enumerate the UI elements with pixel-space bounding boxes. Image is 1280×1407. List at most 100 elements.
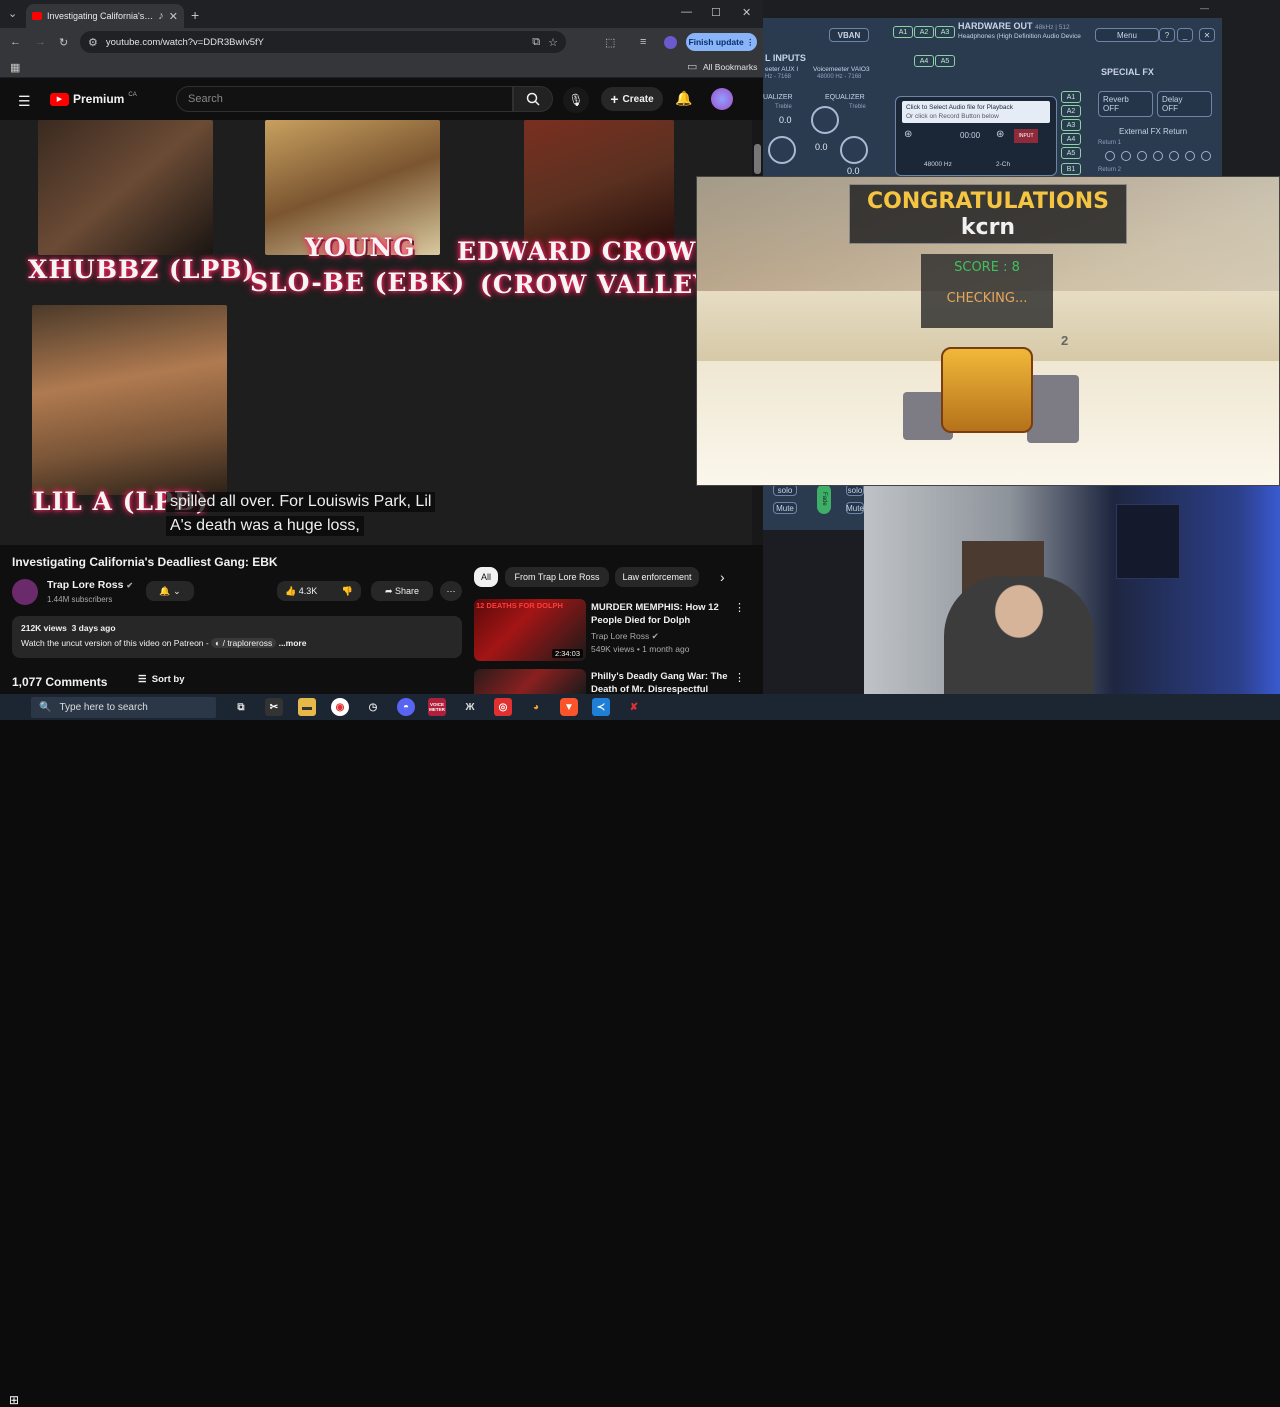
description-box[interactable]: 212K views 3 days ago Watch the uncut ve… — [12, 616, 462, 658]
patreon-link[interactable]: ◐ / traploreross — [211, 638, 277, 648]
reverb-button[interactable]: Reverb OFF — [1098, 91, 1153, 117]
tab-close-icon[interactable]: ✕ — [169, 10, 178, 23]
player-bus-a1[interactable]: A1 — [1061, 91, 1081, 103]
channel-name[interactable]: Trap Lore Ross ✔ — [47, 579, 133, 591]
app-record-icon[interactable]: ◎ — [494, 698, 512, 716]
player-bus-a5[interactable]: A5 — [1061, 147, 1081, 159]
youtube-search-button[interactable] — [513, 86, 553, 112]
rec-more-icon-1[interactable]: ⋮ — [734, 601, 745, 614]
fader-knob[interactable]: Fade — [817, 484, 831, 514]
player-settings-icon[interactable]: ⊛ — [996, 129, 1004, 140]
create-button[interactable]: + Create — [601, 87, 663, 111]
eq-knob[interactable] — [840, 136, 868, 164]
rec-title-1[interactable]: MURDER MEMPHIS: How 12 People Died for D… — [591, 601, 731, 627]
share-button[interactable]: ➦ Share — [371, 581, 433, 601]
app-tool-icon[interactable]: ◷ — [364, 698, 382, 716]
vm-close-button[interactable]: ✕ — [1199, 28, 1215, 42]
bookmark-star-icon[interactable]: ☆ — [548, 36, 558, 49]
filter-pill-channel[interactable]: From Trap Lore Ross — [505, 567, 609, 587]
vm-minimize-button[interactable]: _ — [1177, 28, 1193, 42]
bus-a1[interactable]: A1 — [893, 26, 913, 38]
filter-pill-law[interactable]: Law enforcement — [615, 567, 699, 587]
discord-icon[interactable]: ◓ — [397, 698, 415, 716]
vscode-icon[interactable]: ≺ — [592, 698, 610, 716]
taskbar-search-input[interactable]: 🔍 Type here to search — [31, 697, 216, 718]
like-button[interactable]: 👍 4.3K — [285, 586, 317, 597]
vm-minimize-icon[interactable]: — — [1200, 3, 1209, 13]
rec-more-icon-2[interactable]: ⋮ — [734, 671, 745, 684]
all-bookmarks-link[interactable]: All Bookmarks — [703, 62, 757, 72]
forward-icon[interactable]: → — [35, 36, 46, 48]
brave-icon[interactable]: ▼ — [560, 698, 578, 716]
app-extra-icon[interactable]: ✘ — [625, 698, 643, 716]
bus-a3[interactable]: A3 — [935, 26, 955, 38]
show-more-link[interactable]: ...more — [279, 638, 307, 648]
file-explorer-icon[interactable]: ▬ — [298, 698, 316, 716]
windows-start-icon[interactable]: ⊞ — [9, 1393, 19, 1407]
app-capcut-icon[interactable]: ✂ — [265, 698, 283, 716]
mute-button[interactable]: Mute — [773, 502, 797, 514]
fx-return-dot[interactable] — [1105, 151, 1115, 161]
video-player[interactable]: XHUBBZ (LPB) YOUNG SLO-BE (EBK) EDWARD C… — [0, 120, 752, 545]
app-misc-icon[interactable]: Ж — [461, 698, 479, 716]
fx-return-dot[interactable] — [1169, 151, 1179, 161]
fx-return-dot[interactable] — [1185, 151, 1195, 161]
subscribe-bell-button[interactable]: 🔔 ⌄ — [146, 581, 194, 601]
chrome-icon[interactable]: ◉ — [331, 698, 349, 716]
player-bus-a4[interactable]: A4 — [1061, 133, 1081, 145]
more-actions-button[interactable]: ⋯ — [440, 581, 462, 601]
extensions-icon[interactable]: ⬚ — [605, 36, 615, 49]
site-info-icon[interactable]: ⚙ — [88, 36, 98, 49]
new-tab-icon[interactable]: + — [191, 7, 199, 23]
player-bus-a2[interactable]: A2 — [1061, 105, 1081, 117]
player-bus-a3[interactable]: A3 — [1061, 119, 1081, 131]
media-control-icon[interactable]: ≡ — [640, 36, 646, 48]
player-input-badge[interactable]: INPUT — [1014, 129, 1038, 143]
bus-a5[interactable]: A5 — [935, 55, 955, 67]
player-prompt[interactable]: Click to Select Audio file for Playback O… — [902, 101, 1050, 123]
fx-return-dot[interactable] — [1201, 151, 1211, 161]
rec-thumbnail-2[interactable] — [474, 669, 586, 694]
player-record-icon[interactable]: ⊛ — [904, 129, 912, 140]
filter-pill-all[interactable]: All — [474, 567, 498, 587]
delay-button[interactable]: Delay OFF — [1157, 91, 1212, 117]
account-avatar[interactable] — [711, 88, 733, 110]
sort-by-button[interactable]: ☰ Sort by — [138, 674, 185, 685]
tab-audio-icon[interactable]: ♪ — [158, 10, 164, 22]
maximize-icon[interactable]: ☐ — [711, 6, 721, 19]
dislike-button[interactable]: 👎 — [342, 586, 353, 597]
youtube-search-input[interactable]: Search — [176, 86, 513, 112]
browser-tab[interactable]: Investigating California's De ♪ ✕ — [26, 4, 184, 28]
fx-return-dot[interactable] — [1153, 151, 1163, 161]
player-bus-b1[interactable]: B1 — [1061, 163, 1081, 175]
vban-button[interactable]: VBAN — [829, 28, 869, 42]
bus-a4[interactable]: A4 — [914, 55, 934, 67]
mute-button[interactable]: Mute — [846, 502, 864, 514]
profile-avatar[interactable] — [664, 36, 677, 49]
chevron-right-icon[interactable]: › — [720, 569, 725, 585]
rec-thumbnail-1[interactable]: 12 DEATHS FOR DOLPH 2:34:03 — [474, 599, 586, 661]
bus-a2[interactable]: A2 — [914, 26, 934, 38]
voice-search-icon[interactable]: 🎙 — [563, 87, 589, 113]
eq-knob[interactable] — [768, 136, 796, 164]
voicemeeter-app-icon[interactable]: VOICE METER — [428, 698, 446, 716]
task-view-icon[interactable]: ⧉ — [232, 698, 250, 716]
address-bar[interactable]: ⚙ youtube.com/watch?v=DDR3BwIv5fY ⧉ ☆ — [80, 31, 566, 53]
menu-button[interactable]: Menu — [1095, 28, 1159, 42]
help-button[interactable]: ? — [1159, 28, 1175, 42]
fx-return-dot[interactable] — [1121, 151, 1131, 161]
youtube-logo[interactable]: ▶ Premium CA — [50, 92, 137, 106]
apps-grid-icon[interactable]: ▦ — [10, 61, 20, 74]
finish-update-button[interactable]: Finish update ⋮ — [686, 33, 757, 51]
notifications-bell-icon[interactable]: 🔔 — [675, 90, 692, 107]
tab-search-icon[interactable]: ⌄ — [8, 7, 17, 20]
window-close-icon[interactable]: ✕ — [742, 6, 751, 19]
minimize-icon[interactable]: — — [681, 6, 692, 18]
blender-icon[interactable]: ◕ — [527, 698, 545, 716]
reload-icon[interactable]: ↻ — [59, 36, 68, 49]
fx-return-dot[interactable] — [1137, 151, 1147, 161]
back-icon[interactable]: ← — [10, 36, 21, 48]
rec-title-2[interactable]: Philly's Deadly Gang War: The Death of M… — [591, 670, 731, 694]
install-app-icon[interactable]: ⧉ — [532, 36, 540, 49]
eq-knob[interactable] — [811, 106, 839, 134]
